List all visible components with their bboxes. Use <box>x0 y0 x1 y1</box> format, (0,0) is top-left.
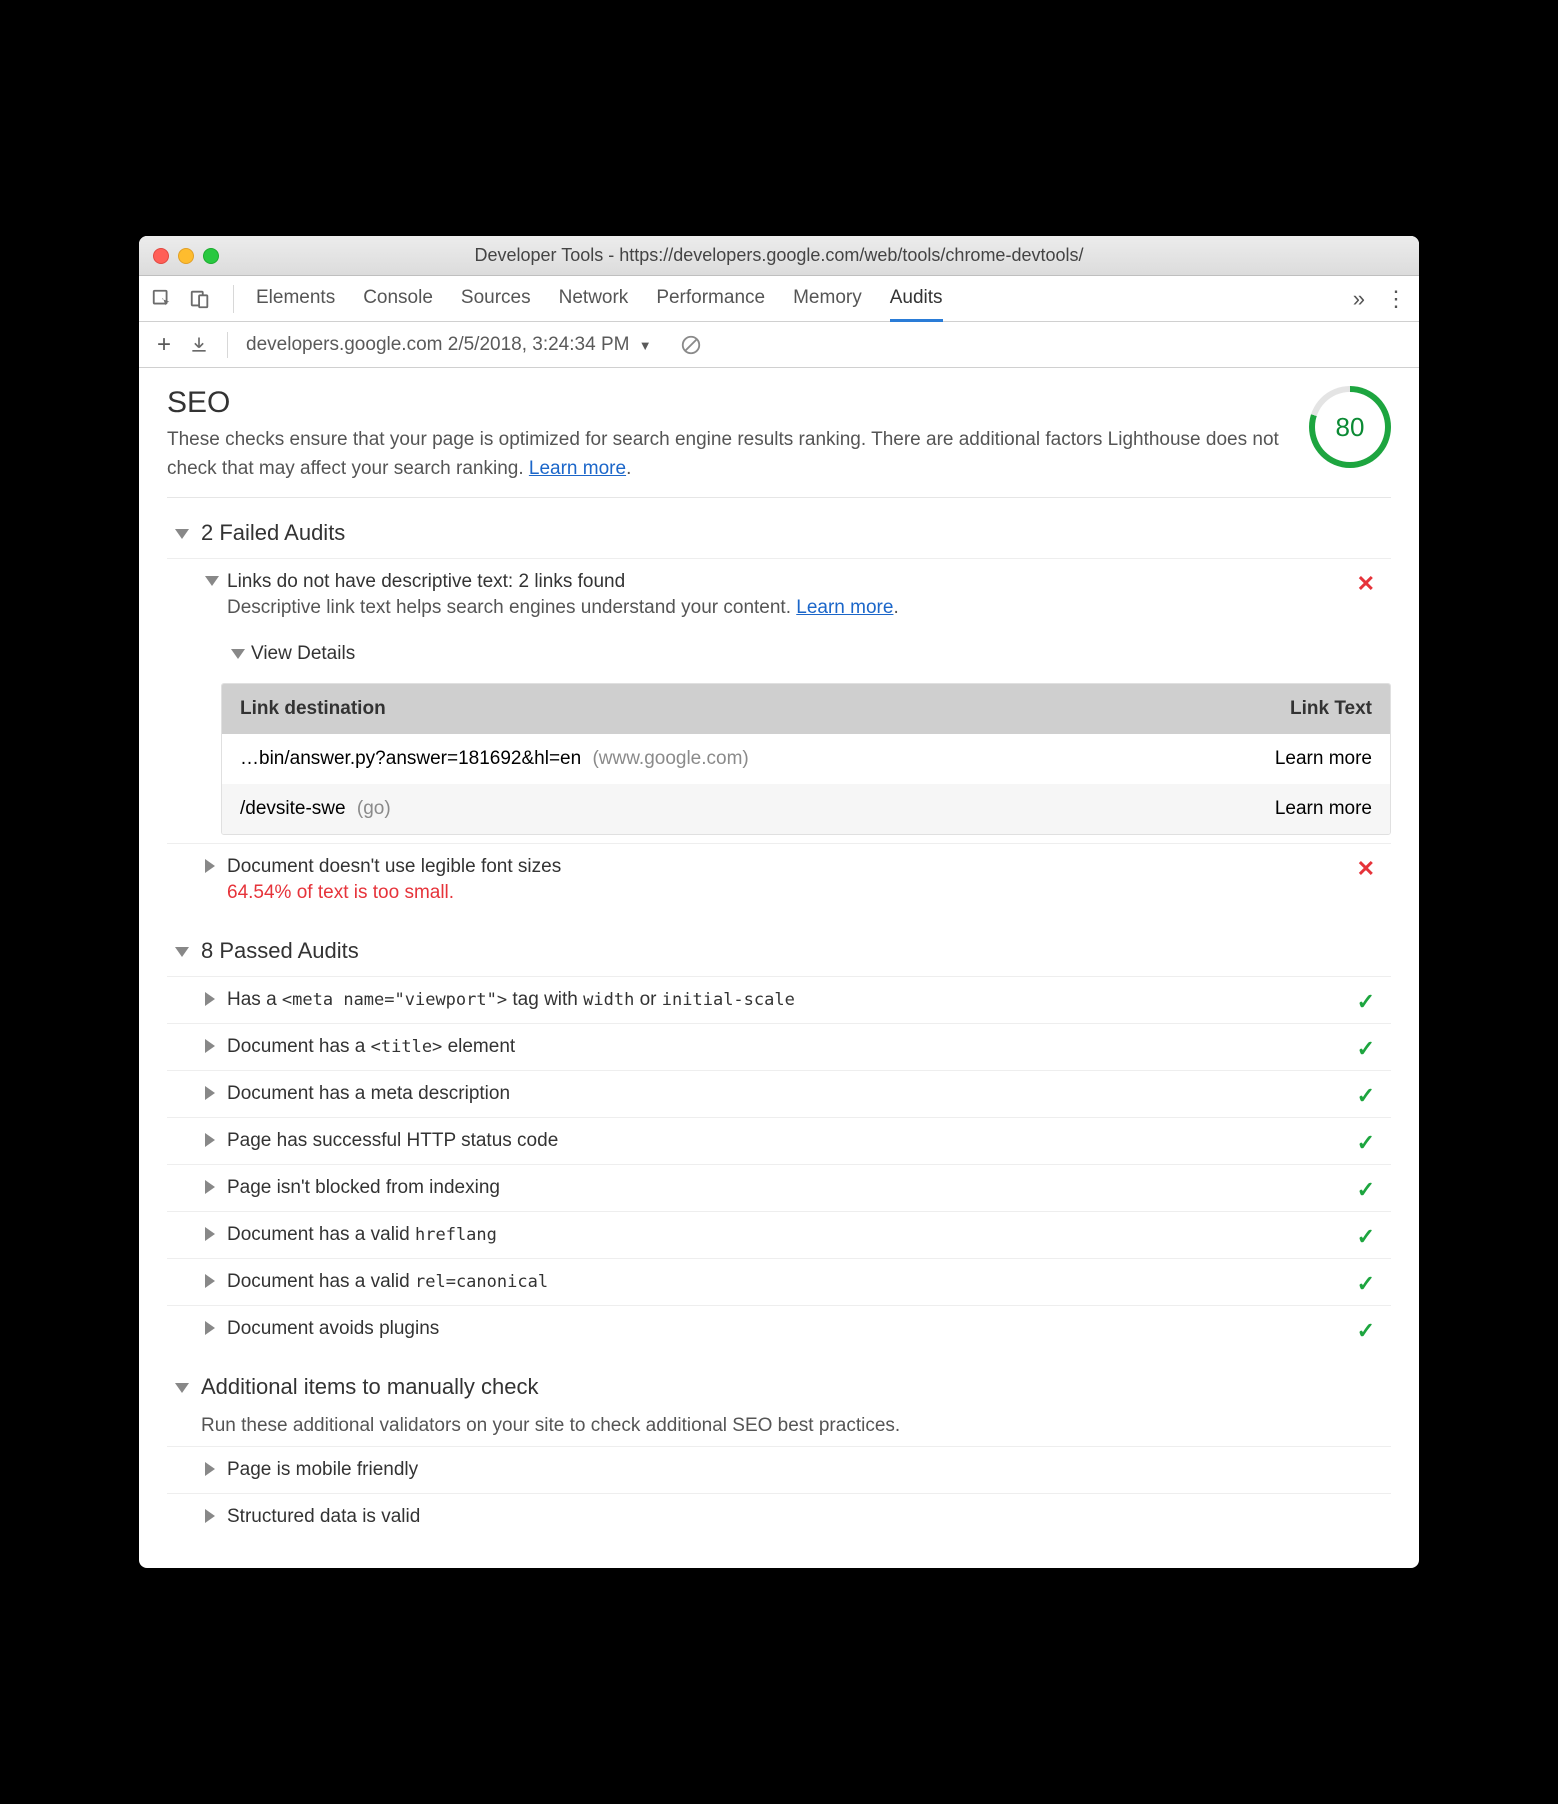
view-details-toggle[interactable]: View Details <box>167 631 1391 675</box>
pass-icon: ✓ <box>1357 1177 1375 1203</box>
window-controls <box>153 248 219 264</box>
audit-structured-data[interactable]: Structured data is valid <box>167 1493 1391 1540</box>
tab-performance[interactable]: Performance <box>656 277 765 321</box>
seo-learn-more-link[interactable]: Learn more <box>529 458 626 479</box>
tab-bar: Elements Console Sources Network Perform… <box>139 276 1419 322</box>
tab-network[interactable]: Network <box>559 277 629 321</box>
devtools-window: Developer Tools - https://developers.goo… <box>139 236 1419 1568</box>
seo-score-gauge: 80 <box>1309 386 1391 468</box>
pass-icon: ✓ <box>1357 1271 1375 1297</box>
pass-icon: ✓ <box>1357 1036 1375 1062</box>
audit-plugins[interactable]: Document avoids plugins ✓ <box>167 1305 1391 1352</box>
tab-console[interactable]: Console <box>363 277 433 321</box>
fail-icon: ✕ <box>1357 856 1375 882</box>
chevron-right-icon <box>205 1321 215 1335</box>
audit-hreflang[interactable]: Document has a valid hreflang ✓ <box>167 1211 1391 1258</box>
tab-sources[interactable]: Sources <box>461 277 531 321</box>
audit-descriptive-links[interactable]: Links do not have descriptive text: 2 li… <box>167 558 1391 631</box>
clear-icon[interactable] <box>680 334 702 356</box>
close-icon[interactable] <box>153 248 169 264</box>
audit-font-sizes[interactable]: Document doesn't use legible font sizes … <box>167 843 1391 916</box>
tab-audits[interactable]: Audits <box>890 277 943 322</box>
seo-section-header: SEO These checks ensure that your page i… <box>167 386 1391 498</box>
kebab-menu-icon[interactable]: ⋮ <box>1385 286 1407 312</box>
chevron-right-icon <box>205 1086 215 1100</box>
table-row: /devsite-swe (go) Learn more <box>222 784 1390 834</box>
chevron-right-icon <box>205 1133 215 1147</box>
pass-icon: ✓ <box>1357 1083 1375 1109</box>
seo-heading: SEO <box>167 386 1285 420</box>
audit-learn-more-link[interactable]: Learn more <box>796 597 893 618</box>
fail-icon: ✕ <box>1357 571 1375 597</box>
chevron-right-icon <box>205 1462 215 1476</box>
chevron-down-icon <box>205 576 219 586</box>
audits-toolbar: + developers.google.com 2/5/2018, 3:24:3… <box>139 322 1419 368</box>
pass-icon: ✓ <box>1357 1318 1375 1344</box>
chevron-right-icon <box>205 1509 215 1523</box>
link-details-table: Link destination Link Text …bin/answer.p… <box>221 683 1391 835</box>
minimize-icon[interactable] <box>178 248 194 264</box>
pass-icon: ✓ <box>1357 1224 1375 1250</box>
chevron-right-icon <box>205 992 215 1006</box>
audit-canonical[interactable]: Document has a valid rel=canonical ✓ <box>167 1258 1391 1305</box>
table-header: Link destination Link Text <box>222 684 1390 734</box>
manual-checks-description: Run these additional validators on your … <box>167 1412 1391 1446</box>
more-tabs-icon[interactable]: » <box>1353 286 1365 312</box>
audit-indexing[interactable]: Page isn't blocked from indexing ✓ <box>167 1164 1391 1211</box>
window-title: Developer Tools - https://developers.goo… <box>153 245 1405 266</box>
pass-icon: ✓ <box>1357 989 1375 1015</box>
inspect-icon[interactable] <box>151 288 173 310</box>
tab-elements[interactable]: Elements <box>256 277 335 321</box>
seo-description: These checks ensure that your page is op… <box>167 426 1285 483</box>
chevron-down-icon <box>175 1383 189 1393</box>
zoom-icon[interactable] <box>203 248 219 264</box>
panel-tabs: Elements Console Sources Network Perform… <box>256 277 943 321</box>
pass-icon: ✓ <box>1357 1130 1375 1156</box>
manual-checks-toggle[interactable]: Additional items to manually check <box>167 1352 1391 1412</box>
chevron-right-icon <box>205 1274 215 1288</box>
seo-score-value: 80 <box>1336 412 1365 443</box>
new-audit-icon[interactable]: + <box>157 331 171 359</box>
chevron-down-icon <box>231 649 245 659</box>
chevron-down-icon: ▼ <box>639 338 652 353</box>
table-row: …bin/answer.py?answer=181692&hl=en (www.… <box>222 734 1390 784</box>
device-toggle-icon[interactable] <box>189 288 211 310</box>
chevron-right-icon <box>205 1227 215 1241</box>
chevron-right-icon <box>205 1039 215 1053</box>
chevron-right-icon <box>205 1180 215 1194</box>
passed-audits-toggle[interactable]: 8 Passed Audits <box>167 916 1391 976</box>
download-icon[interactable] <box>189 335 209 355</box>
report-selector[interactable]: developers.google.com 2/5/2018, 3:24:34 … <box>246 334 652 356</box>
failed-audits-toggle[interactable]: 2 Failed Audits <box>167 498 1391 558</box>
chevron-right-icon <box>205 859 215 873</box>
chevron-down-icon <box>175 529 189 539</box>
chevron-down-icon <box>175 947 189 957</box>
audit-mobile-friendly[interactable]: Page is mobile friendly <box>167 1446 1391 1493</box>
audit-viewport[interactable]: Has a <meta name="viewport"> tag with wi… <box>167 976 1391 1023</box>
audit-meta-description[interactable]: Document has a meta description ✓ <box>167 1070 1391 1117</box>
tab-memory[interactable]: Memory <box>793 277 862 321</box>
separator <box>227 332 228 358</box>
separator <box>233 285 234 313</box>
audit-http-status[interactable]: Page has successful HTTP status code ✓ <box>167 1117 1391 1164</box>
audit-title-element[interactable]: Document has a <title> element ✓ <box>167 1023 1391 1070</box>
titlebar: Developer Tools - https://developers.goo… <box>139 236 1419 276</box>
audit-content: SEO These checks ensure that your page i… <box>139 368 1419 1568</box>
